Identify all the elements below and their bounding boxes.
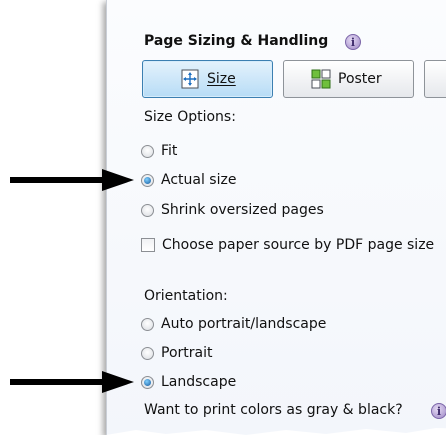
radio-portrait[interactable]: Portrait <box>141 344 212 362</box>
arrow-pointer-actual-size <box>10 169 134 191</box>
radio-button[interactable] <box>141 144 154 158</box>
radio-label: Shrink oversized pages <box>161 202 324 218</box>
radio-button-selected[interactable] <box>141 173 154 187</box>
orientation-label: Orientation: <box>144 288 228 304</box>
size-button[interactable]: Size <box>142 60 273 98</box>
checkbox-label: Choose paper source by PDF page size <box>162 237 435 253</box>
radio-label: Portrait <box>161 345 213 361</box>
radio-label: Fit <box>161 143 178 159</box>
radio-button-selected[interactable] <box>141 375 154 389</box>
size-page-icon <box>181 69 199 89</box>
radio-landscape[interactable]: Landscape <box>141 373 236 391</box>
gray-print-question: Want to print colors as gray & black? <box>144 402 403 418</box>
radio-button[interactable] <box>141 346 154 360</box>
poster-tiles-icon <box>311 69 331 89</box>
size-options-label: Size Options: <box>144 109 236 125</box>
radio-actual-size[interactable]: Actual size <box>141 171 236 189</box>
radio-auto-portrait-landscape[interactable]: Auto portrait/landscape <box>141 315 326 333</box>
size-button-label: Size <box>207 71 236 87</box>
screenshot-stage: Page Sizing & Handling i Size Poster Siz… <box>0 0 446 446</box>
poster-button-label: Poster <box>338 71 382 87</box>
checkbox[interactable] <box>141 238 155 252</box>
multiple-button[interactable] <box>424 60 446 98</box>
radio-shrink-oversized[interactable]: Shrink oversized pages <box>141 201 324 219</box>
poster-button[interactable]: Poster <box>283 60 414 98</box>
section-title-page-sizing: Page Sizing & Handling <box>144 33 329 49</box>
radio-fit[interactable]: Fit <box>141 142 177 160</box>
info-icon[interactable]: i <box>345 34 361 50</box>
radio-label: Actual size <box>161 172 237 188</box>
checkbox-paper-source[interactable]: Choose paper source by PDF page size <box>141 236 434 254</box>
info-icon[interactable]: i <box>431 403 446 419</box>
radio-button[interactable] <box>141 317 154 331</box>
radio-label: Landscape <box>161 374 237 390</box>
radio-label: Auto portrait/landscape <box>161 316 327 332</box>
arrow-pointer-landscape <box>10 371 134 393</box>
radio-button[interactable] <box>141 203 154 217</box>
